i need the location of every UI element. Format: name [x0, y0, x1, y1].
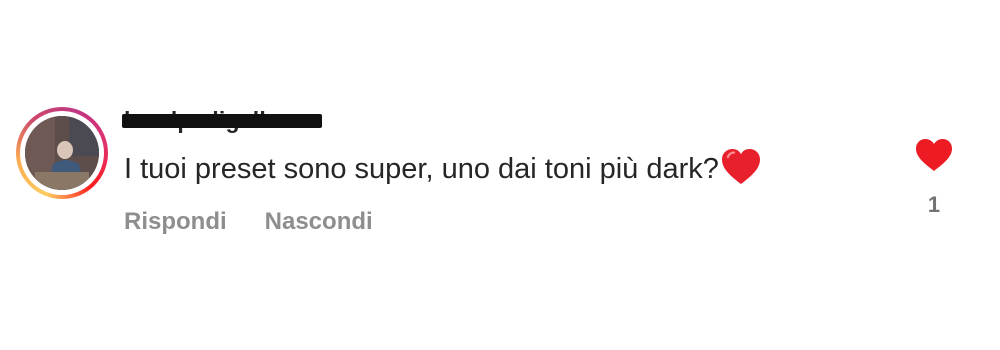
like-count: 1: [927, 192, 941, 217]
avatar[interactable]: [25, 116, 99, 190]
avatar-photo: [25, 116, 99, 190]
like-control: 1: [904, 138, 964, 218]
comment-body: I tuoi preset sono super, uno dai toni p…: [124, 148, 761, 197]
avatar-story-ring[interactable]: [16, 107, 108, 199]
username-redaction-bar: [122, 114, 322, 128]
comment-item: lavolpedigalla I tuoi preset sono super,…: [0, 0, 1000, 350]
heart-icon[interactable]: [915, 138, 953, 172]
reply-button[interactable]: Rispondi: [124, 206, 227, 238]
red-heart-emoji-icon: [721, 148, 761, 197]
hide-button[interactable]: Nascondi: [265, 206, 373, 238]
comment-author[interactable]: lavolpedigalla: [122, 105, 322, 135]
comment-actions: Rispondi Nascondi: [124, 206, 373, 238]
comment-text: I tuoi preset sono super, uno dai toni p…: [124, 153, 719, 185]
